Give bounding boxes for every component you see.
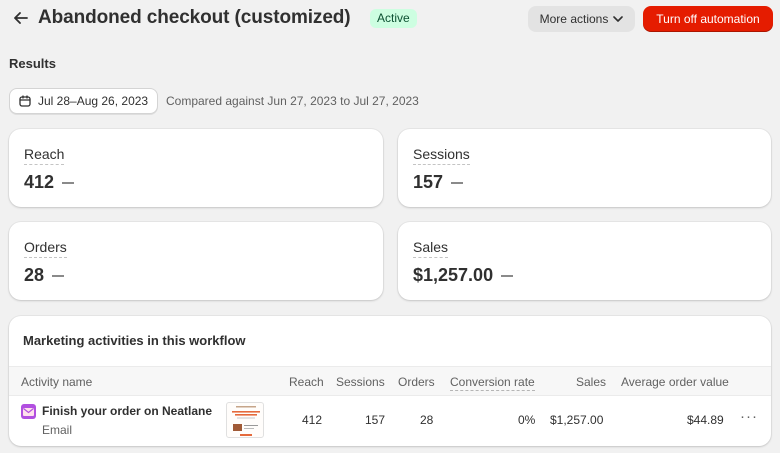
column-sales: Sales [576,375,607,389]
reach-card: Reach 412 [9,129,383,207]
orders-value: 28 [24,265,45,285]
back-button[interactable] [10,7,32,29]
no-change-dash [501,274,514,277]
orders-card: Orders 28 [9,222,383,300]
page-title: Abandoned checkout (customized) [38,7,351,28]
row-conversion-rate: 0% [518,413,536,427]
sales-value: $1,257.00 [413,265,494,285]
more-horizontal-icon[interactable]: ··· [740,408,758,425]
date-range-picker[interactable]: Jul 28–Aug 26, 2023 [9,88,158,114]
turn-off-automation-button[interactable]: Turn off automation [643,6,773,32]
activity-type: Email [42,423,73,437]
no-change-dash [62,181,75,184]
email-preview-thumbnail [226,402,264,438]
page-header: Abandoned checkout (customized) Active M… [0,0,780,38]
sales-value-row: $1,257.00 [413,265,514,286]
arrow-left-icon [14,12,28,24]
reach-label[interactable]: Reach [24,146,65,165]
sessions-label[interactable]: Sessions [413,146,470,165]
more-actions-button[interactable]: More actions [528,6,635,32]
sales-label[interactable]: Sales [413,239,449,258]
marketing-activities-card: Marketing activities in this workflow Ac… [9,316,771,446]
more-actions-label: More actions [539,12,609,26]
email-icon [21,404,36,419]
column-reach: Reach [289,375,324,389]
reach-value: 412 [24,172,55,192]
no-change-dash [52,274,65,277]
column-sessions: Sessions [336,375,385,389]
marketing-activities-title: Marketing activities in this workflow [23,333,246,348]
row-orders: 28 [420,413,434,427]
sessions-value: 157 [413,172,444,192]
results-heading: Results [9,56,56,71]
row-average-order-value: $44.89 [687,413,724,427]
column-conversion-rate[interactable]: Conversion rate [450,375,535,391]
table-row[interactable]: Finish your order on Neatlane Email 412 … [9,396,771,444]
row-sessions: 157 [365,413,386,427]
orders-label[interactable]: Orders [24,239,67,258]
date-range-label: Jul 28–Aug 26, 2023 [38,94,149,108]
row-reach: 412 [302,413,323,427]
table-header: Activity name Reach Sessions Orders Conv… [9,366,771,396]
sessions-card: Sessions 157 [398,129,771,207]
column-orders: Orders [398,375,435,389]
no-change-dash [451,181,464,184]
chevron-down-icon [613,16,624,22]
column-activity-name: Activity name [21,375,93,389]
row-sales: $1,257.00 [550,413,604,427]
orders-value-row: 28 [24,265,65,286]
status-badge: Active [370,9,417,28]
comparison-text: Compared against Jun 27, 2023 to Jul 27,… [166,94,419,108]
reach-value-row: 412 [24,172,75,193]
column-average-order-value: Average order value [621,375,729,389]
sessions-value-row: 157 [413,172,464,193]
sales-card: Sales $1,257.00 [398,222,771,300]
activity-name-link[interactable]: Finish your order on Neatlane [42,404,212,418]
calendar-icon [19,95,31,107]
